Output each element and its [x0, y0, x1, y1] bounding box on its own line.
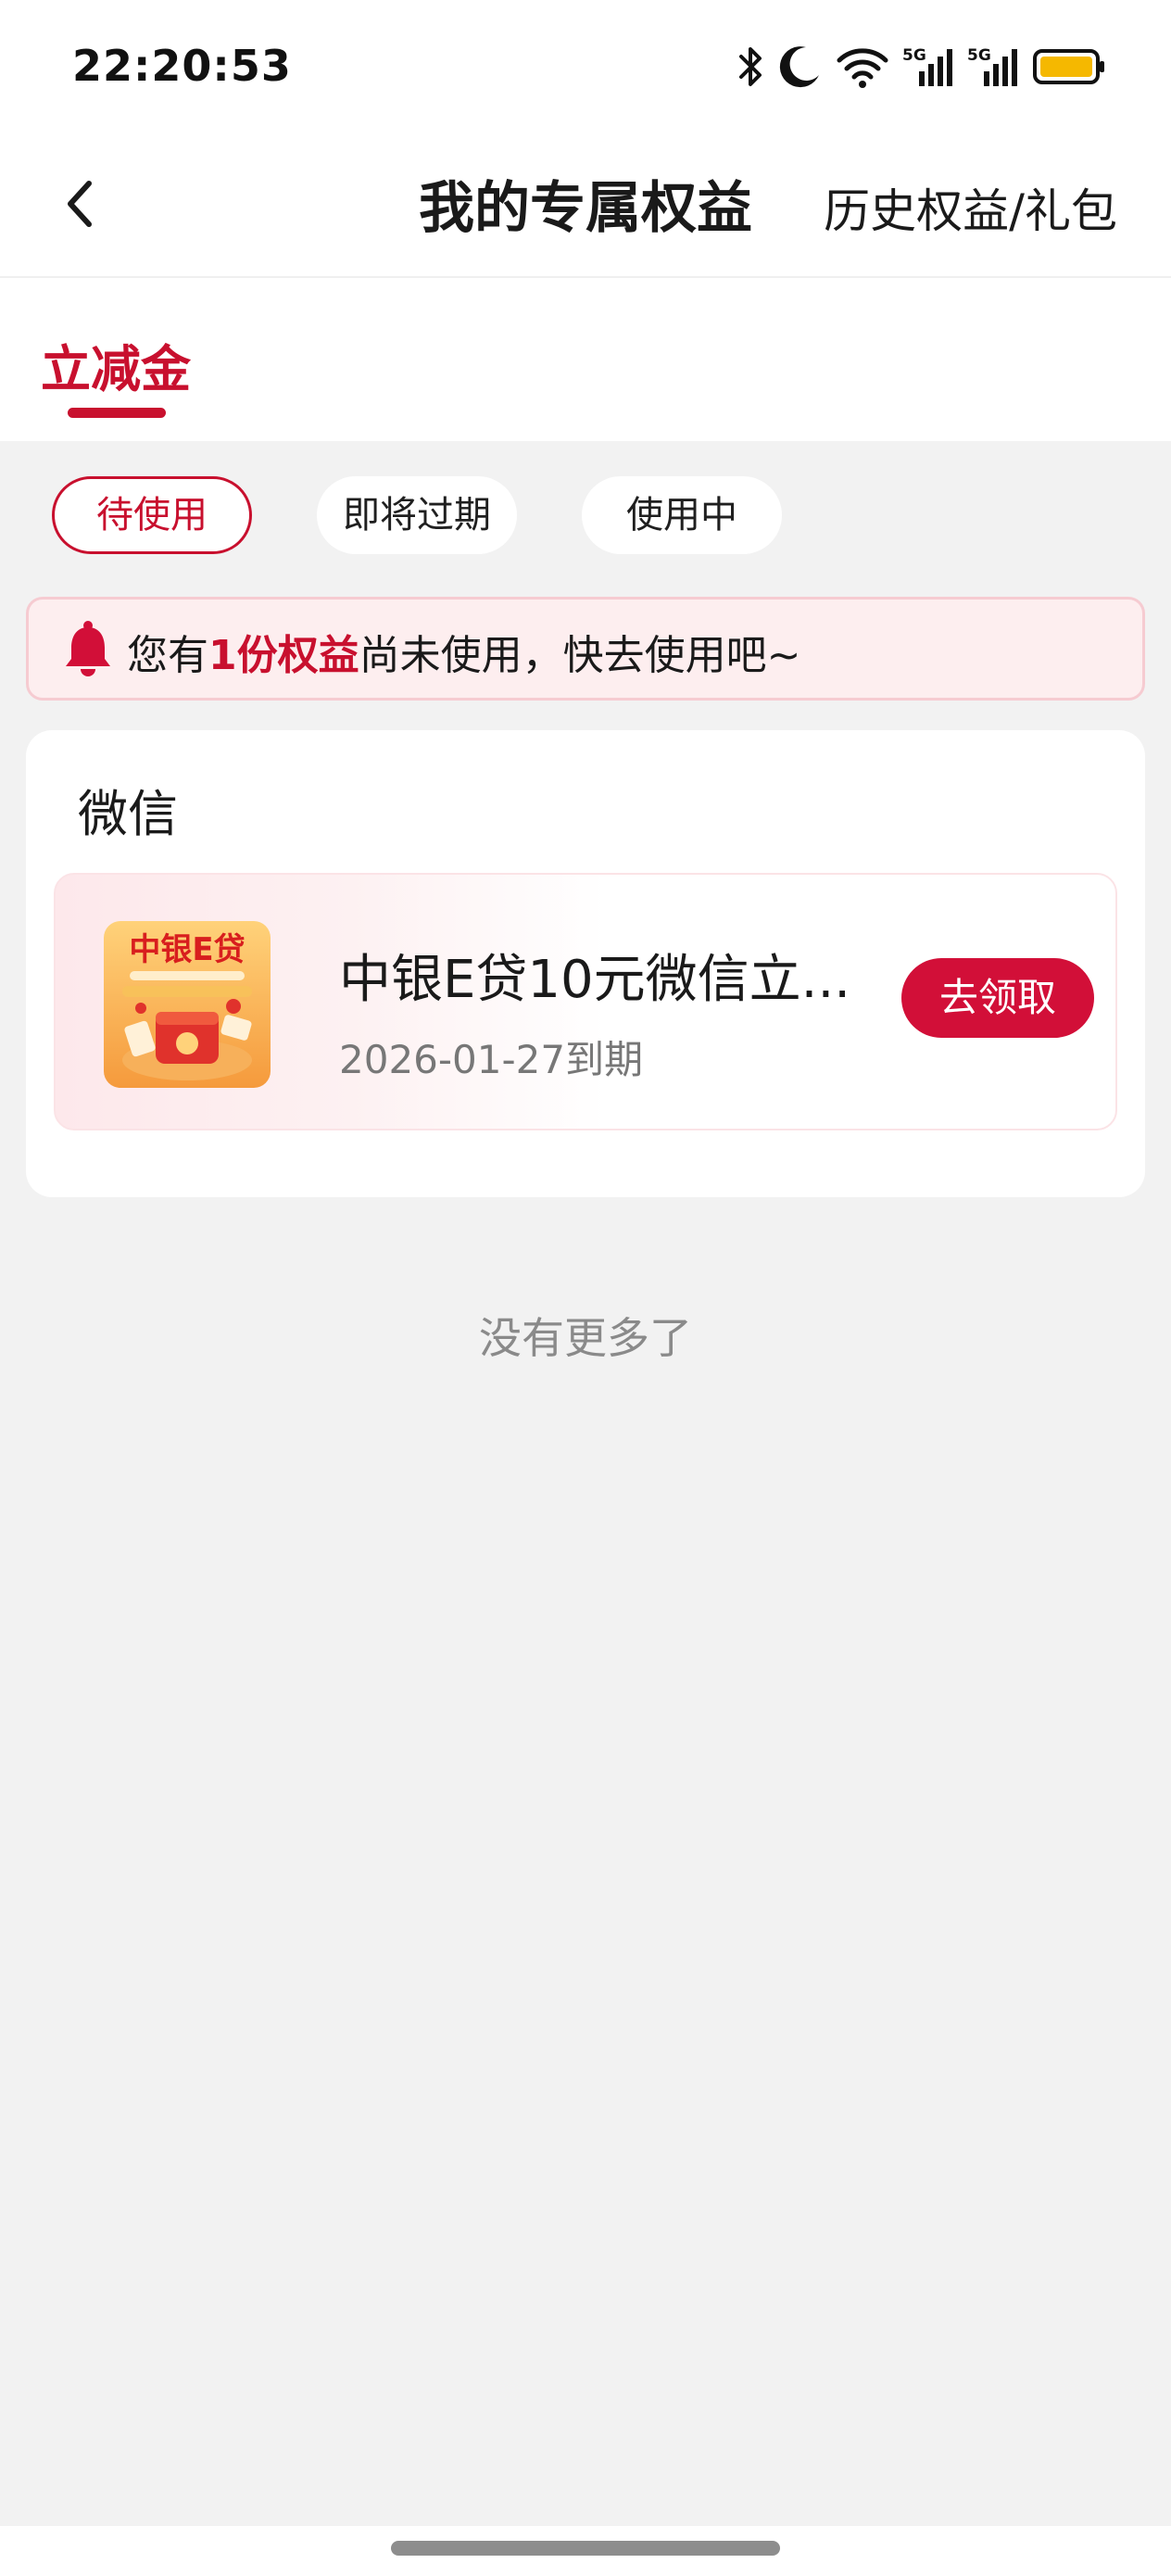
coupon-expiry: 2026-01-27到期 [339, 1037, 644, 1082]
status-time: 22:20:53 [72, 41, 292, 91]
tab-bar: 立减金 [0, 278, 1171, 441]
tab-instant-discount[interactable]: 立减金 [41, 328, 191, 401]
notice-banner: 您有1份权益尚未使用，快去使用吧~ [26, 597, 1145, 701]
notice-highlight: 1份权益 [208, 632, 359, 679]
coupon-item[interactable]: 中银E贷 中银E贷10元微信立... 2026-01-27到期 去领取 [54, 873, 1117, 1130]
wifi-icon [836, 44, 889, 90]
battery-icon [1032, 44, 1106, 90]
no-more-text: 没有更多了 [479, 1313, 692, 1363]
filter-chip-pending[interactable]: 待使用 [52, 476, 252, 554]
status-bar: 22:20:53 5G 5G [0, 0, 1171, 139]
filter-chip-expiring[interactable]: 即将过期 [317, 476, 517, 554]
coupon-name: 中银E贷10元微信立... [339, 950, 851, 1010]
notice-text: 您有1份权益尚未使用，快去使用吧~ [127, 622, 801, 681]
screen: 22:20:53 5G 5G 我的专属权益 历史权益/礼包 立减金 待使用 即将… [0, 0, 1171, 2576]
nav-header: 我的专属权益 历史权益/礼包 [0, 139, 1171, 278]
signal-5g-icon: 5G [967, 44, 1019, 90]
coupon-thumbnail: 中银E贷 [104, 921, 271, 1088]
filter-chip-in-use[interactable]: 使用中 [582, 476, 782, 554]
section-title: 微信 [78, 785, 178, 843]
benefit-card: 微信 中银E贷 中银E贷10元微信立... 2026-01-27到期 去领取 [26, 730, 1145, 1197]
tab-active-indicator [68, 408, 166, 418]
moon-icon [778, 44, 823, 90]
bell-icon [62, 620, 114, 681]
filter-chips: 待使用 即将过期 使用中 [0, 476, 1171, 556]
svg-text:5G: 5G [902, 46, 926, 65]
status-icons: 5G 5G [737, 39, 1106, 95]
home-indicator[interactable] [391, 2541, 780, 2556]
notice-suffix: 尚未使用，快去使用吧~ [359, 632, 801, 679]
bluetooth-icon [737, 44, 765, 90]
notice-prefix: 您有 [127, 632, 208, 679]
svg-text:5G: 5G [967, 46, 991, 65]
thumb-logo-text: 中银E贷 [129, 931, 245, 968]
history-benefits-link[interactable]: 历史权益/礼包 [824, 174, 1117, 241]
claim-button[interactable]: 去领取 [901, 958, 1094, 1038]
signal-5g-icon: 5G [902, 44, 954, 90]
